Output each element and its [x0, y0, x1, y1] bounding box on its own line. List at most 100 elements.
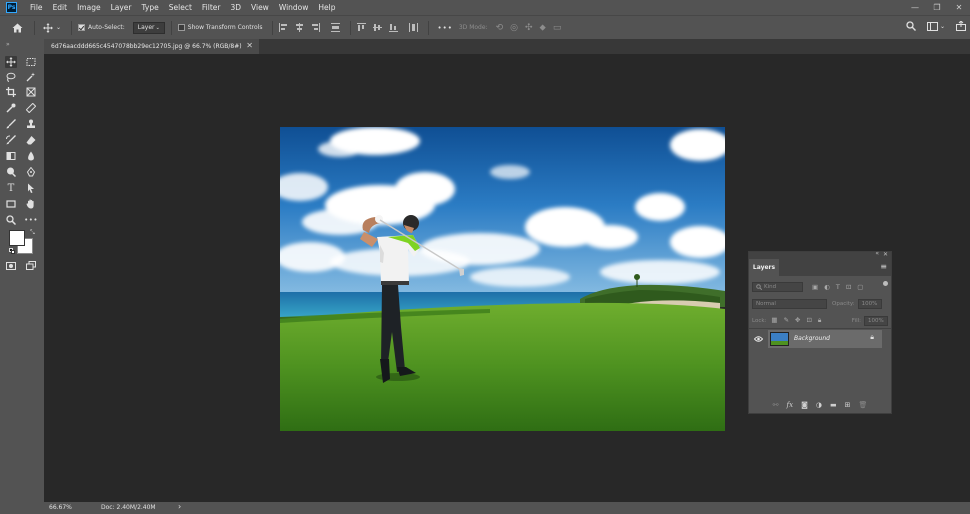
blend-mode-dropdown[interactable]: Normal	[752, 298, 827, 309]
filter-toggle-icon[interactable]	[883, 281, 888, 286]
filter-type-icon[interactable]: T	[836, 283, 840, 291]
workspace-switcher[interactable]: ⌄	[926, 21, 945, 31]
align-right-edges-icon[interactable]	[311, 23, 321, 32]
auto-select-checkbox[interactable]	[78, 24, 86, 31]
close-panel-icon[interactable]: ✕	[883, 251, 888, 258]
minimize-button[interactable]: —	[904, 0, 926, 15]
document-tab[interactable]: 6d76aacddd665c4547078bb29ec12705.jpg @ 6…	[44, 39, 259, 54]
lock-artboard-icon[interactable]: ⊡	[806, 316, 811, 325]
3d-pan-icon[interactable]: ✣	[525, 23, 533, 33]
gradient-tool-icon[interactable]	[5, 150, 17, 162]
opacity-field[interactable]: 100%	[857, 298, 882, 309]
filter-shape-icon[interactable]: ⊡	[846, 283, 851, 291]
lock-transparent-icon[interactable]: ▦	[771, 316, 777, 325]
auto-select-target-dropdown[interactable]: Layer ⌄	[132, 21, 165, 34]
delete-layer-icon[interactable]: 🗑︎	[858, 401, 867, 409]
align-vertical-centers-icon[interactable]	[373, 23, 383, 32]
menu-image[interactable]: Image	[72, 3, 106, 12]
lock-all-icon[interactable]: 🔒︎	[818, 316, 821, 325]
menu-3d[interactable]: 3D	[225, 3, 246, 12]
magic-wand-tool-icon[interactable]	[25, 71, 37, 83]
blur-tool-icon[interactable]	[25, 150, 37, 162]
edit-toolbar-icon[interactable]: •••	[24, 214, 37, 226]
menu-select[interactable]: Select	[164, 3, 197, 12]
panel-title-bar[interactable]: « ✕	[749, 250, 891, 259]
menu-file[interactable]: File	[25, 3, 48, 12]
chevron-down-icon[interactable]: ⌄	[56, 24, 61, 31]
3d-slide-icon[interactable]: ⬥	[540, 23, 546, 33]
eye-visibility-icon[interactable]	[754, 336, 763, 342]
eyedropper-tool-icon[interactable]	[5, 102, 17, 114]
close-document-icon[interactable]: ✕	[246, 41, 253, 50]
new-layer-icon[interactable]: ⊞	[845, 401, 851, 409]
move-tool-icon[interactable]	[41, 22, 55, 33]
link-layers-icon[interactable]: ⚯	[773, 401, 779, 409]
filter-pixel-icon[interactable]: ▣	[812, 283, 818, 291]
search-icon[interactable]	[906, 21, 916, 31]
zoom-level[interactable]: 66.67%	[49, 504, 72, 511]
document-image[interactable]	[280, 127, 725, 431]
menu-window[interactable]: Window	[274, 3, 314, 12]
eraser-tool-icon[interactable]	[25, 134, 37, 146]
dodge-tool-icon[interactable]	[5, 166, 17, 178]
layer-style-fx-icon[interactable]: fx	[787, 401, 794, 409]
frame-tool-icon[interactable]	[25, 86, 37, 98]
foreground-color-swatch[interactable]	[9, 230, 25, 246]
status-menu-arrow-icon[interactable]: ›	[178, 502, 181, 511]
align-left-edges-icon[interactable]	[279, 23, 288, 32]
3d-roll-icon[interactable]: ◎	[510, 23, 518, 33]
add-mask-icon[interactable]: ◙	[801, 401, 808, 409]
type-tool-icon[interactable]: T	[5, 182, 17, 194]
share-icon[interactable]	[956, 21, 966, 31]
restore-button[interactable]: ❐	[926, 0, 948, 15]
ruler-tool-icon[interactable]	[25, 102, 37, 114]
show-transform-checkbox[interactable]	[177, 24, 185, 31]
panel-menu-icon[interactable]: ≡	[880, 262, 887, 271]
marquee-tool-icon[interactable]	[25, 56, 37, 68]
zoom-tool-icon[interactable]	[5, 214, 17, 226]
layer-row-background[interactable]: Background 🔒︎	[768, 330, 882, 348]
adjustment-layer-icon[interactable]: ◑	[816, 401, 822, 409]
align-bottom-edges-icon[interactable]	[389, 23, 399, 32]
rectangle-tool-icon[interactable]	[5, 198, 17, 210]
quick-mask-icon[interactable]	[5, 260, 17, 272]
swap-colors-icon[interactable]: ⤡	[30, 229, 35, 237]
close-window-button[interactable]: ✕	[948, 0, 970, 15]
screen-mode-icon[interactable]	[25, 260, 37, 272]
collapse-panel-icon[interactable]: «	[875, 250, 879, 257]
distribute-icon[interactable]	[331, 23, 341, 32]
more-options-button[interactable]: •••	[437, 24, 452, 32]
align-top-edges-icon[interactable]	[357, 23, 367, 32]
filter-adjustment-icon[interactable]: ◐	[824, 283, 830, 291]
default-colors-icon[interactable]	[9, 248, 15, 254]
layer-name[interactable]: Background	[794, 335, 830, 342]
new-group-icon[interactable]: ▬	[830, 401, 837, 409]
brush-tool-icon[interactable]	[5, 118, 17, 130]
filter-kind-dropdown[interactable]: Kind	[752, 281, 803, 292]
lasso-tool-icon[interactable]	[5, 71, 17, 83]
menu-type[interactable]: Type	[137, 3, 164, 12]
3d-camera-icon[interactable]: ▭	[553, 23, 562, 33]
menu-view[interactable]: View	[246, 3, 274, 12]
menu-layer[interactable]: Layer	[106, 3, 137, 12]
align-horizontal-centers-icon[interactable]	[295, 23, 304, 32]
pen-tool-icon[interactable]	[25, 166, 37, 178]
path-selection-tool-icon[interactable]	[25, 182, 37, 194]
collapse-toolbar-icon[interactable]: »	[6, 41, 10, 48]
3d-orbit-icon[interactable]: ⟲	[496, 23, 504, 33]
hand-tool-icon[interactable]	[25, 198, 37, 210]
lock-position-icon[interactable]: ✥	[795, 316, 800, 325]
menu-help[interactable]: Help	[313, 3, 340, 12]
fill-field[interactable]: 100%	[864, 315, 888, 326]
crop-tool-icon[interactable]	[5, 86, 17, 98]
history-brush-tool-icon[interactable]	[5, 134, 17, 146]
move-tool-icon[interactable]	[5, 56, 17, 68]
home-icon[interactable]	[6, 23, 28, 33]
filter-smart-object-icon[interactable]: ▢	[857, 283, 863, 291]
stamp-tool-icon[interactable]	[25, 118, 37, 130]
menu-filter[interactable]: Filter	[197, 3, 226, 12]
tab-layers[interactable]: Layers	[749, 259, 779, 276]
distribute-vertical-icon[interactable]	[409, 23, 419, 32]
lock-image-icon[interactable]: ✎	[784, 316, 789, 325]
menu-edit[interactable]: Edit	[48, 3, 73, 12]
